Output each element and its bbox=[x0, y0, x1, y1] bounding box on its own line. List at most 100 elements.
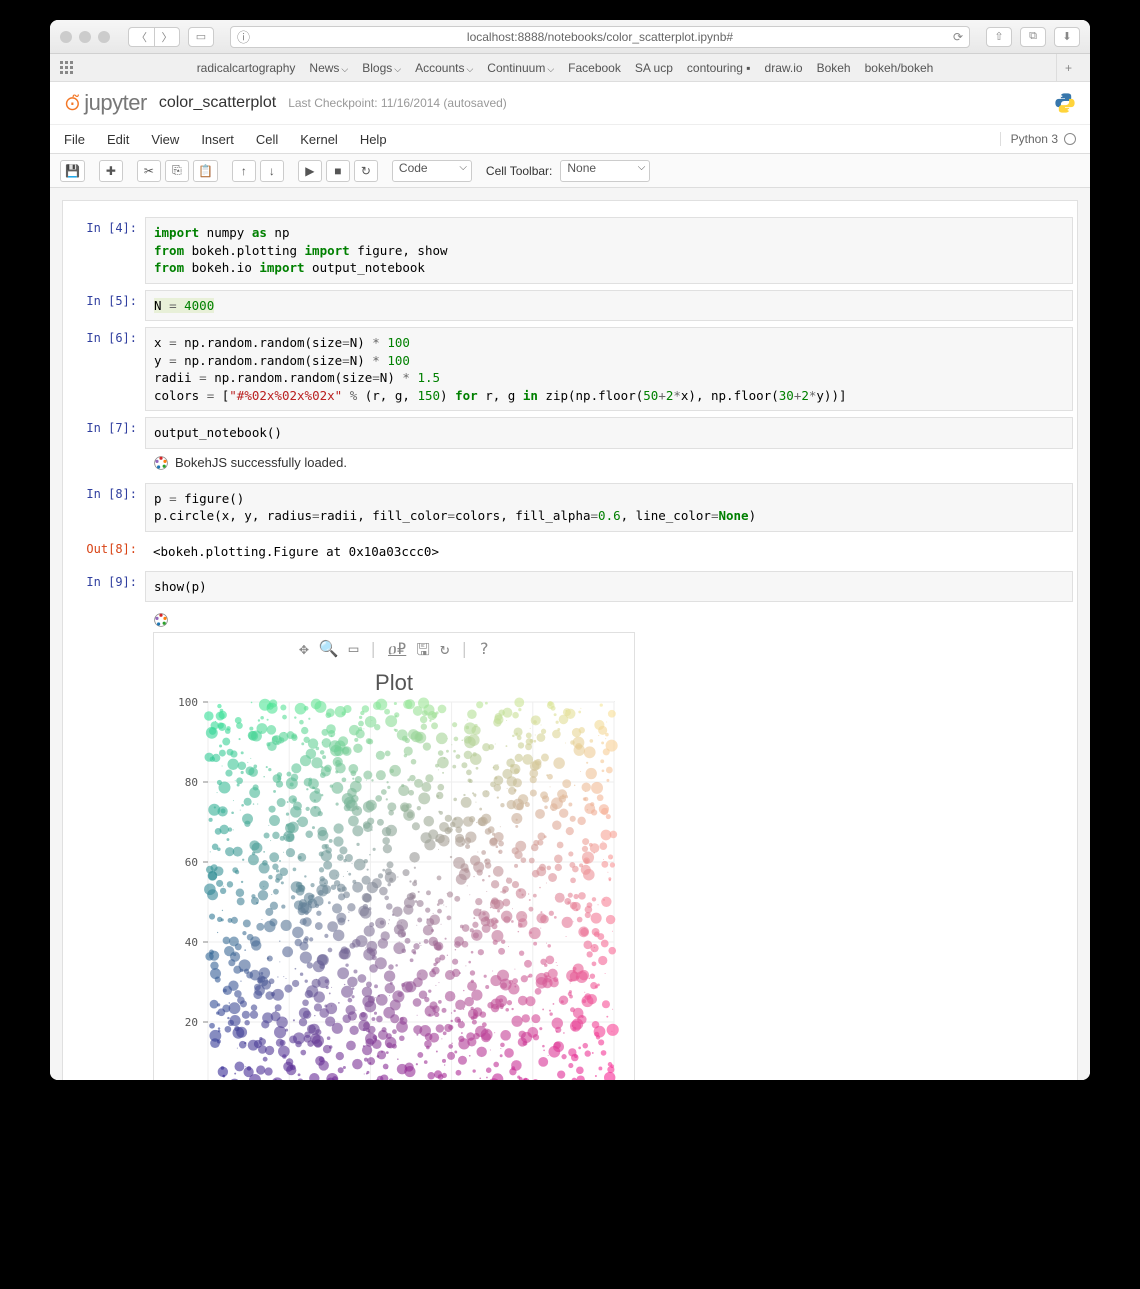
window-controls bbox=[60, 31, 110, 43]
minimize-icon[interactable] bbox=[79, 31, 91, 43]
code-input[interactable]: x = np.random.random(size=N) * 100 y = n… bbox=[145, 327, 1073, 411]
output-text: <bokeh.plotting.Figure at 0x10a03ccc0> bbox=[145, 538, 1073, 565]
move-down-button[interactable]: ↓ bbox=[260, 160, 284, 182]
bookmark-item[interactable]: bokeh/bokeh bbox=[865, 61, 934, 75]
code-input[interactable]: import numpy as np from bokeh.plotting i… bbox=[145, 217, 1073, 284]
code-cell[interactable]: In [7]: output_notebook() BokehJS succes… bbox=[67, 417, 1073, 477]
bokeh-plot[interactable]: ✥ 🔍 ▭ | ዐ₽ 🖫 ↻ | ? Plot 020 bbox=[153, 632, 635, 1080]
input-prompt: In [7]: bbox=[67, 417, 145, 477]
paste-button[interactable]: 📋 bbox=[193, 160, 218, 182]
notebook-title[interactable]: color_scatterplot bbox=[159, 94, 276, 112]
forward-button[interactable]: 〉 bbox=[154, 27, 180, 47]
bokeh-logo-icon bbox=[153, 455, 169, 471]
plot-title: Plot bbox=[164, 670, 624, 696]
reset-tool-icon[interactable]: ↻ bbox=[440, 639, 450, 666]
bookmark-item[interactable]: Continuum⌵ bbox=[487, 61, 554, 75]
bookmark-item[interactable]: Blogs⌵ bbox=[362, 61, 401, 75]
bookmark-item[interactable]: radicalcartography bbox=[197, 61, 296, 75]
code-input[interactable]: N = 4000 bbox=[145, 290, 1073, 322]
code-cell[interactable]: In [4]: import numpy as np from bokeh.pl… bbox=[67, 217, 1073, 284]
url-bar[interactable]: ⓘ localhost:8888/notebooks/color_scatter… bbox=[230, 26, 970, 48]
code-input[interactable]: output_notebook() bbox=[145, 417, 1073, 449]
bookmark-item[interactable]: Facebook bbox=[568, 61, 621, 75]
input-prompt: In [8]: bbox=[67, 483, 145, 532]
copy-button[interactable]: ⎘ bbox=[165, 160, 189, 182]
reload-icon[interactable]: ⟳ bbox=[953, 30, 963, 44]
help-tool-icon[interactable]: ? bbox=[479, 639, 489, 666]
bookmark-item[interactable]: News⌵ bbox=[309, 61, 348, 75]
box-zoom-icon[interactable]: ▭ bbox=[349, 639, 359, 666]
cell-toolbar-label: Cell Toolbar: bbox=[486, 164, 552, 178]
bookmark-item[interactable]: contouring ▪ bbox=[687, 61, 751, 75]
input-prompt: In [9]: bbox=[67, 571, 145, 1081]
new-tab-button[interactable]: + bbox=[1056, 54, 1080, 81]
resize-tool-icon[interactable]: ዐ₽ bbox=[388, 639, 406, 666]
kernel-indicator[interactable]: Python 3 bbox=[1000, 132, 1076, 146]
toolbar: 💾 ✚ ✂ ⎘ 📋 ↑ ↓ ▶ ■ ↻ Code Cell Toolbar: N… bbox=[50, 154, 1090, 188]
input-prompt: In [6]: bbox=[67, 327, 145, 411]
python-icon bbox=[1054, 92, 1076, 114]
bookmark-item[interactable]: SA ucp bbox=[635, 61, 673, 75]
zoom-tool-icon[interactable]: 🔍 bbox=[319, 639, 339, 666]
code-cell[interactable]: In [5]: N = 4000 bbox=[67, 290, 1073, 322]
notebook-paper: In [4]: import numpy as np from bokeh.pl… bbox=[62, 200, 1078, 1080]
notebook-header: ⊙̃jupyter color_scatterplot Last Checkpo… bbox=[50, 82, 1090, 124]
url-text: localhost:8888/notebooks/color_scatterpl… bbox=[467, 30, 733, 44]
bokeh-logo-icon bbox=[153, 612, 169, 628]
input-prompt: In [4]: bbox=[67, 217, 145, 284]
jupyter-logo[interactable]: ⊙̃jupyter bbox=[64, 90, 147, 116]
stop-button[interactable]: ■ bbox=[326, 160, 350, 182]
back-button[interactable]: 〈 bbox=[128, 27, 154, 47]
downloads-button[interactable]: ⬇ bbox=[1054, 27, 1080, 47]
output-cell: Out[8]: <bokeh.plotting.Figure at 0x10a0… bbox=[67, 538, 1073, 565]
pan-tool-icon[interactable]: ✥ bbox=[299, 639, 309, 666]
svg-text:40: 40 bbox=[185, 936, 198, 949]
menu-cell[interactable]: Cell bbox=[256, 132, 278, 147]
input-prompt: In [5]: bbox=[67, 290, 145, 322]
notebook-area[interactable]: In [4]: import numpy as np from bokeh.pl… bbox=[50, 188, 1090, 1080]
code-cell[interactable]: In [9]: show(p) ✥ 🔍 ▭ | bbox=[67, 571, 1073, 1081]
zoom-icon[interactable] bbox=[98, 31, 110, 43]
code-cell[interactable]: In [8]: p = figure() p.circle(x, y, radi… bbox=[67, 483, 1073, 532]
svg-text:80: 80 bbox=[185, 776, 198, 789]
svg-text:60: 60 bbox=[185, 856, 198, 869]
restart-button[interactable]: ↻ bbox=[354, 160, 378, 182]
move-up-button[interactable]: ↑ bbox=[232, 160, 256, 182]
menu-edit[interactable]: Edit bbox=[107, 132, 129, 147]
tabs-button[interactable]: ⧉ bbox=[1020, 27, 1046, 47]
bookmark-item[interactable]: Bokeh bbox=[817, 61, 851, 75]
menu-help[interactable]: Help bbox=[360, 132, 387, 147]
close-icon[interactable] bbox=[60, 31, 72, 43]
cell-type-select[interactable]: Code bbox=[392, 160, 472, 182]
output-area: BokehJS successfully loaded. bbox=[145, 449, 1073, 477]
add-cell-button[interactable]: ✚ bbox=[99, 160, 123, 182]
code-input[interactable]: show(p) bbox=[145, 571, 1073, 603]
bookmark-item[interactable]: draw.io bbox=[765, 61, 803, 75]
checkpoint-text: Last Checkpoint: 11/16/2014 (autosaved) bbox=[288, 96, 507, 110]
code-cell[interactable]: In [6]: x = np.random.random(size=N) * 1… bbox=[67, 327, 1073, 411]
menu-kernel[interactable]: Kernel bbox=[300, 132, 338, 147]
menu-bar: File Edit View Insert Cell Kernel Help P… bbox=[50, 124, 1090, 154]
menu-insert[interactable]: Insert bbox=[201, 132, 234, 147]
run-button[interactable]: ▶ bbox=[298, 160, 322, 182]
output-prompt: Out[8]: bbox=[67, 538, 145, 565]
plot-output: ✥ 🔍 ▭ | ዐ₽ 🖫 ↻ | ? Plot 020 bbox=[145, 606, 1073, 1080]
scatter-plot[interactable]: 020406080100020406080100 bbox=[164, 696, 624, 1080]
plot-toolbar: ✥ 🔍 ▭ | ዐ₽ 🖫 ↻ | ? bbox=[164, 633, 624, 672]
site-info-icon[interactable]: ⓘ bbox=[237, 27, 250, 46]
svg-text:100: 100 bbox=[178, 696, 198, 709]
sidebar-button[interactable]: ▭ bbox=[188, 27, 214, 47]
cut-button[interactable]: ✂ bbox=[137, 160, 161, 182]
share-button[interactable]: ⇧ bbox=[986, 27, 1012, 47]
menu-view[interactable]: View bbox=[151, 132, 179, 147]
menu-file[interactable]: File bbox=[64, 132, 85, 147]
cell-toolbar-select[interactable]: None bbox=[560, 160, 650, 182]
bookmark-item[interactable]: Accounts⌵ bbox=[415, 61, 473, 75]
kernel-status-icon bbox=[1064, 133, 1076, 145]
svg-text:20: 20 bbox=[185, 1016, 198, 1029]
apps-icon[interactable] bbox=[60, 61, 74, 75]
save-tool-icon[interactable]: 🖫 bbox=[416, 639, 430, 666]
code-input[interactable]: p = figure() p.circle(x, y, radius=radii… bbox=[145, 483, 1073, 532]
titlebar: 〈 〉 ▭ ⓘ localhost:8888/notebooks/color_s… bbox=[50, 20, 1090, 54]
save-button[interactable]: 💾 bbox=[60, 160, 85, 182]
